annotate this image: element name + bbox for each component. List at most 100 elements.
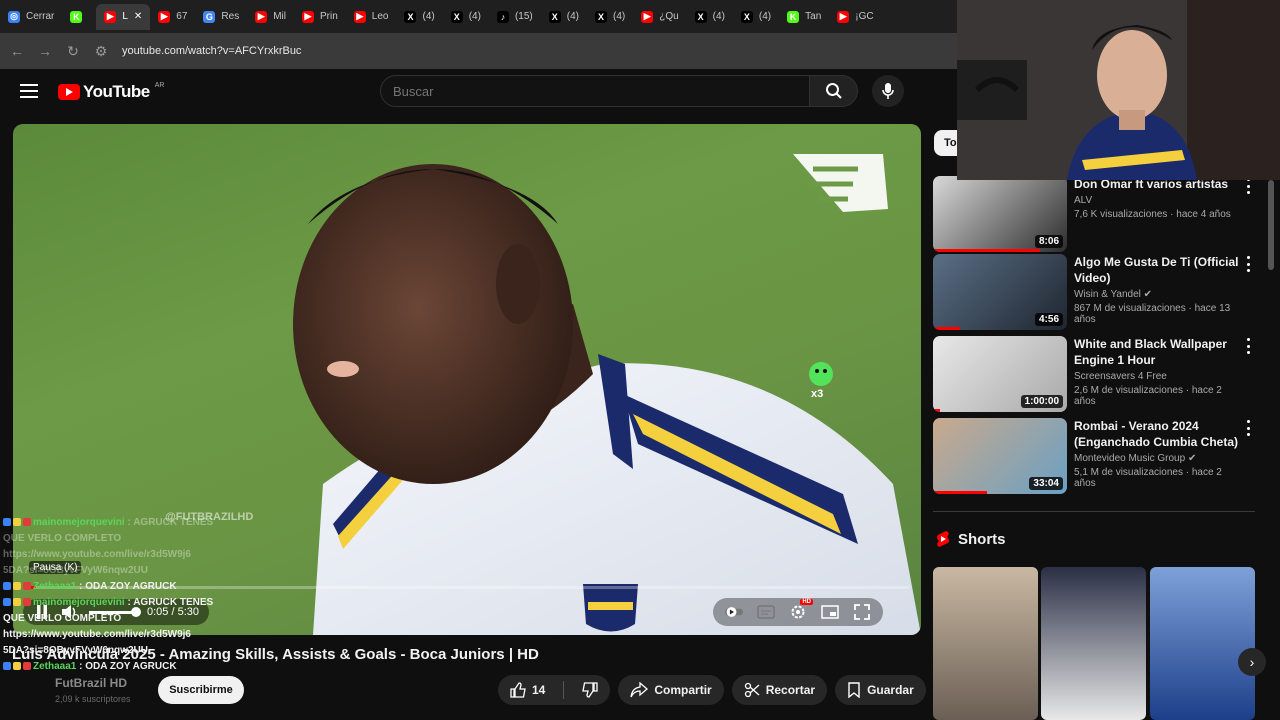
- tab-label: Prin: [320, 11, 338, 22]
- more-options-icon[interactable]: [1243, 420, 1253, 436]
- tab-label: Cerrar: [26, 11, 55, 22]
- scissors-icon: [744, 682, 760, 698]
- recommendation-item[interactable]: 1:00:00 White and Black Wallpaper Engine …: [933, 336, 1253, 412]
- verified-icon: ✔: [1143, 289, 1153, 300]
- fullscreen-icon[interactable]: [853, 603, 871, 621]
- tab-favicon-icon: ▶: [353, 10, 366, 23]
- recommendation-meta: 867 M de visualizaciones · hace 13 años: [1074, 303, 1231, 325]
- bookmark-icon: [848, 682, 860, 698]
- recommendation-info: Rombai - Verano 2024 (Enganchado Cumbia …: [1074, 418, 1239, 489]
- browser-tab[interactable]: ▶ L ✕: [96, 3, 151, 30]
- shorts-icon: [937, 531, 949, 547]
- chat-badge-icon: [3, 518, 11, 527]
- short-thumbnail[interactable]: [1041, 567, 1146, 720]
- browser-tab[interactable]: K Tan: [779, 4, 829, 30]
- thumbs-up-icon: [510, 682, 526, 698]
- tab-label: (15): [514, 11, 533, 22]
- shorts-next-button[interactable]: ›: [1238, 648, 1266, 676]
- forward-icon[interactable]: →: [34, 40, 56, 62]
- chat-badge-icon: [13, 518, 21, 527]
- video-thumbnail[interactable]: 1:00:00: [933, 336, 1067, 412]
- tab-close-icon[interactable]: ✕: [134, 11, 142, 22]
- browser-address-bar: ← → ↻ ⚙ youtube.com/watch?v=AFCYrxkrBuc: [0, 33, 960, 69]
- recommendation-meta: 7,6 K visualizaciones · hace 4 años: [1074, 209, 1231, 220]
- search-button[interactable]: [810, 75, 858, 107]
- sidebar-scrollbar[interactable]: [1268, 180, 1274, 270]
- chat-message: Zethaaa1 : ODA ZOY AGRUCK: [3, 579, 243, 595]
- subscribe-button[interactable]: Suscribirme: [158, 676, 244, 704]
- reload-icon[interactable]: ↻: [62, 40, 84, 62]
- short-thumbnail[interactable]: [933, 567, 1038, 720]
- tab-label: (4): [758, 11, 772, 22]
- browser-tab[interactable]: G Res: [195, 4, 247, 30]
- recommendation-title[interactable]: Rombai - Verano 2024 (Enganchado Cumbia …: [1074, 418, 1239, 450]
- tab-favicon-icon: ▶: [255, 10, 268, 23]
- recommendation-item[interactable]: 8:06 Don Omar ft varios artistas ALV 7,6 K …: [933, 176, 1253, 252]
- video-thumbnail[interactable]: 8:06: [933, 176, 1067, 252]
- tab-favicon-icon: K: [787, 10, 800, 23]
- like-button[interactable]: 14: [498, 675, 557, 705]
- voice-search-button[interactable]: [872, 75, 904, 107]
- url-text[interactable]: youtube.com/watch?v=AFCYrxkrBuc: [122, 45, 301, 57]
- dislike-button[interactable]: [570, 675, 610, 705]
- hamburger-menu-icon[interactable]: [18, 80, 40, 102]
- clip-button[interactable]: Recortar: [731, 675, 828, 705]
- more-options-icon[interactable]: [1243, 256, 1253, 272]
- short-thumbnail[interactable]: [1150, 567, 1255, 720]
- site-info-icon[interactable]: ⚙: [90, 40, 112, 62]
- recommendation-channel[interactable]: ALV: [1074, 195, 1239, 206]
- browser-tab[interactable]: ▶ ¿Qu: [633, 4, 686, 30]
- share-icon: [630, 682, 649, 698]
- browser-tab[interactable]: ▶ Leo: [346, 4, 397, 30]
- browser-tab[interactable]: ◎ Cerrar: [0, 4, 62, 30]
- autoplay-toggle-icon[interactable]: [725, 603, 743, 621]
- browser-tab[interactable]: X (4): [396, 4, 442, 30]
- chat-message: https://www.youtube.com/live/r3d5W9j6: [3, 627, 243, 643]
- browser-tab[interactable]: ▶ Prin: [294, 4, 346, 30]
- tab-label: Mil: [273, 11, 286, 22]
- recommendation-channel[interactable]: Screensavers 4 Free: [1074, 371, 1239, 382]
- chat-text: QUE VERLO COMPLETO: [3, 533, 122, 544]
- tab-favicon-icon: X: [594, 10, 607, 23]
- miniplayer-icon[interactable]: [821, 603, 839, 621]
- more-options-icon[interactable]: [1243, 178, 1253, 194]
- browser-tab[interactable]: ▶ Mil: [247, 4, 294, 30]
- video-title: Luis Advíncula 2025 - Amazing Skills, As…: [12, 646, 539, 663]
- subtitles-icon[interactable]: [757, 603, 775, 621]
- channel-name[interactable]: FutBrazil HD: [55, 676, 127, 690]
- search-input[interactable]: [380, 75, 810, 107]
- verified-icon: ✔: [1187, 453, 1197, 464]
- recommendation-title[interactable]: White and Black Wallpaper Engine 1 Hour: [1074, 336, 1239, 368]
- recommendation-title[interactable]: Algo Me Gusta De Ti (Official Video): [1074, 254, 1239, 286]
- chat-badge-icon: [23, 582, 31, 591]
- save-button[interactable]: Guardar: [835, 675, 926, 705]
- shorts-title: Shorts: [958, 530, 1006, 548]
- browser-tab[interactable]: ▶ 67: [150, 4, 195, 30]
- video-actions: 14 Compartir Recortar Guardar: [498, 675, 964, 705]
- browser-tab[interactable]: K: [62, 4, 96, 30]
- recommendation-channel[interactable]: Montevideo Music Group ✔: [1074, 453, 1239, 464]
- browser-tab[interactable]: X (4): [443, 4, 489, 30]
- recommendation-item[interactable]: 33:04 Rombai - Verano 2024 (Enganchado Cu…: [933, 418, 1253, 494]
- browser-tab[interactable]: ▶ ¡GC: [829, 4, 881, 30]
- browser-tab[interactable]: X (4): [587, 4, 633, 30]
- channel-name-text: Wisin & Yandel: [1074, 289, 1141, 300]
- browser-tab[interactable]: X (4): [687, 4, 733, 30]
- settings-icon[interactable]: HD: [789, 599, 813, 621]
- recommendation-channel[interactable]: Wisin & Yandel ✔: [1074, 289, 1239, 300]
- video-duration: 33:04: [1029, 477, 1063, 490]
- more-options-icon[interactable]: [1243, 338, 1253, 354]
- video-thumbnail[interactable]: 4:56: [933, 254, 1067, 330]
- recommendation-item[interactable]: 4:56 Algo Me Gusta De Ti (Official Video)…: [933, 254, 1253, 330]
- tab-favicon-icon: ♪: [496, 10, 509, 23]
- back-icon[interactable]: ←: [6, 40, 28, 62]
- browser-tab[interactable]: ♪ (15): [489, 4, 541, 30]
- recommendation-info: Algo Me Gusta De Ti (Official Video) Wisi…: [1074, 254, 1239, 325]
- share-button[interactable]: Compartir: [618, 675, 724, 705]
- browser-tab[interactable]: X (4): [541, 4, 587, 30]
- chat-badge-icon: [23, 598, 31, 607]
- youtube-logo[interactable]: YouTube AR: [58, 82, 164, 102]
- chat-username: mainomejorquevini: [33, 597, 128, 608]
- browser-tab[interactable]: X (4): [733, 4, 779, 30]
- video-thumbnail[interactable]: 33:04: [933, 418, 1067, 494]
